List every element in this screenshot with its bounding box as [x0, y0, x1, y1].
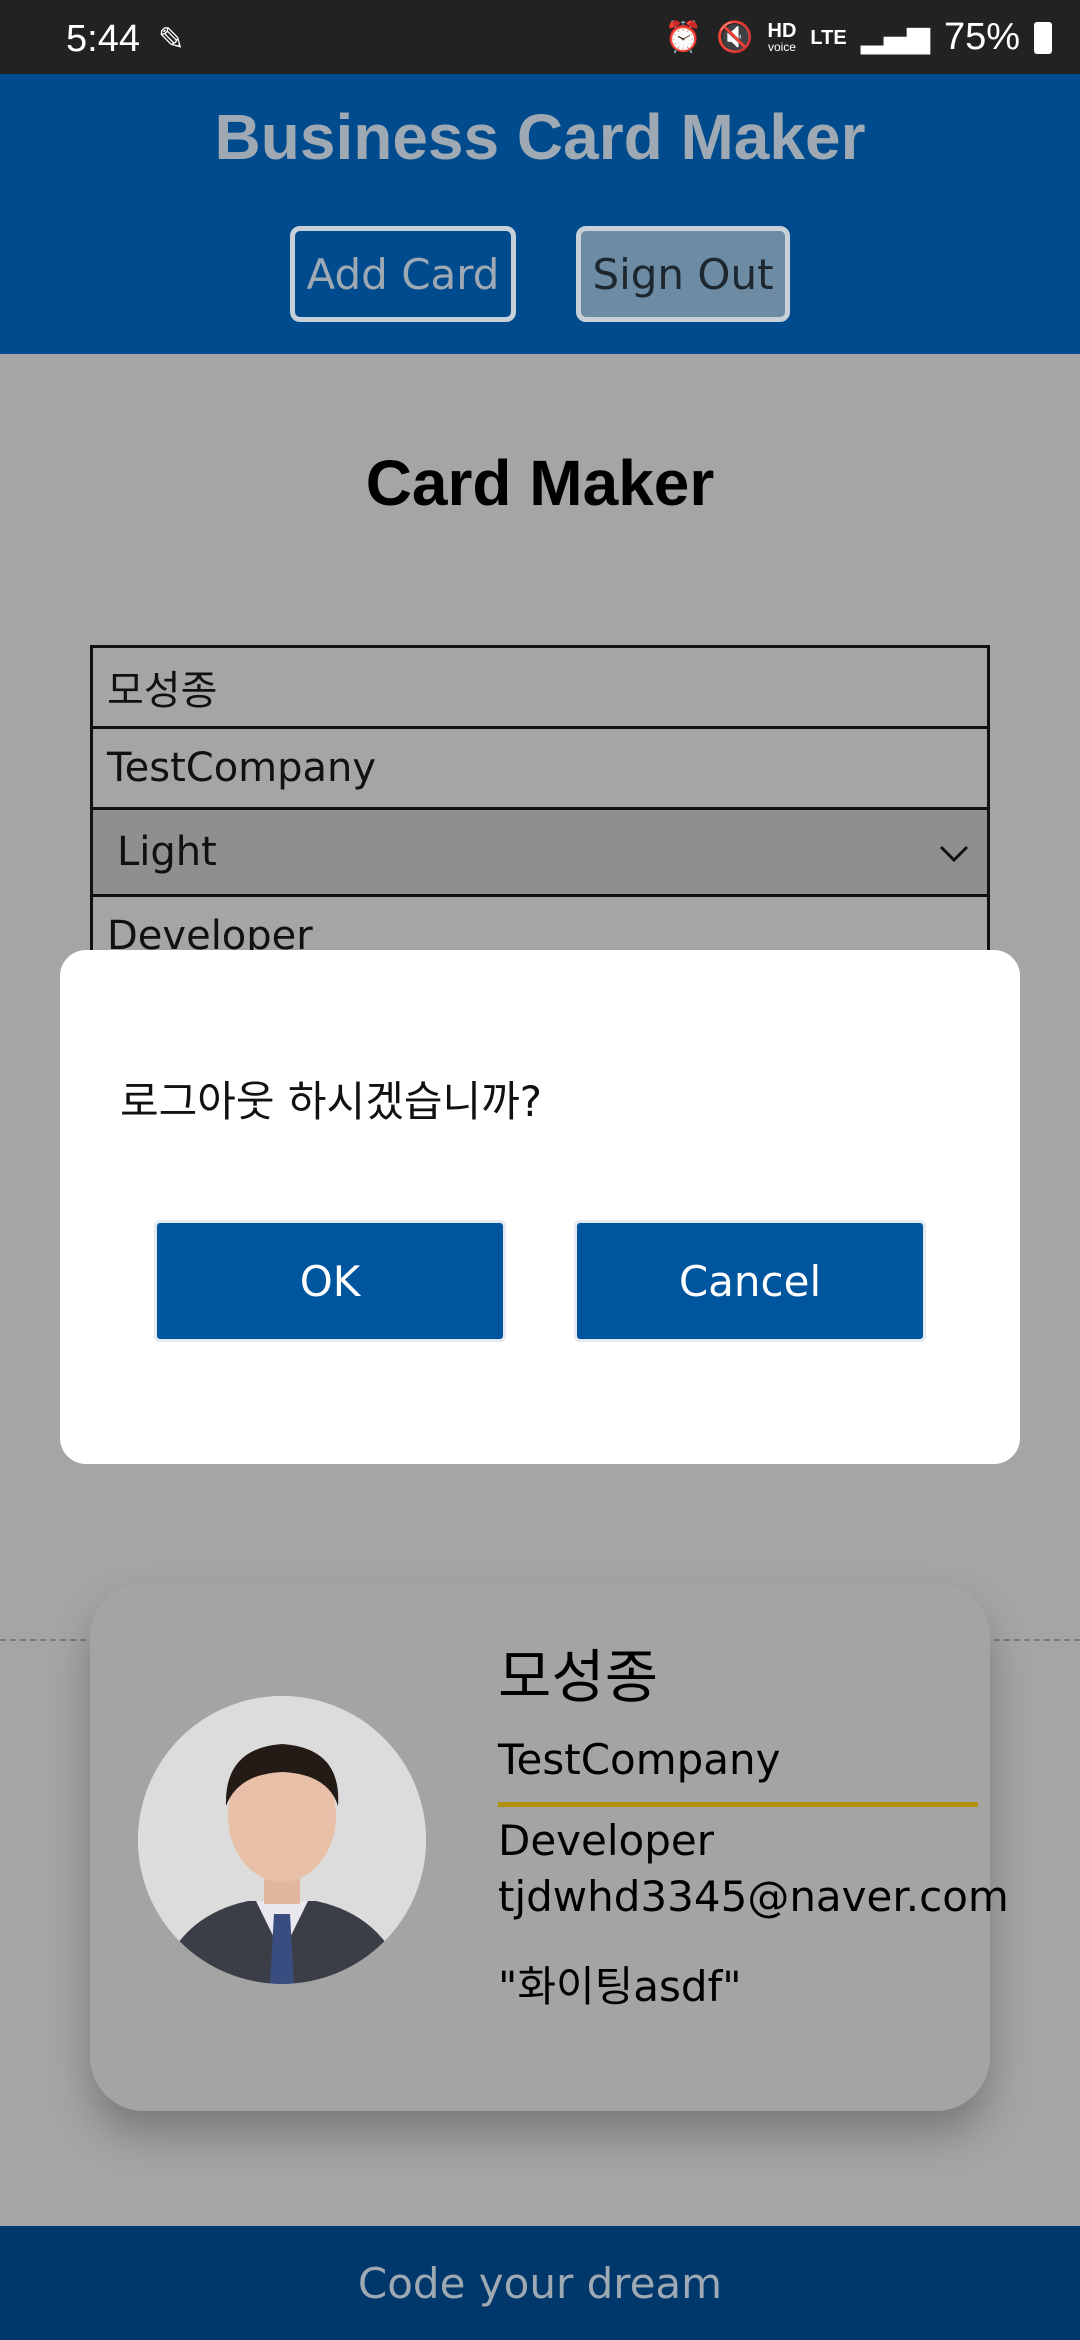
- signal-icon: ▂▄▆: [860, 19, 930, 55]
- status-icons: ⏰ 🔇 HD voice LTE ▂▄▆ 75%: [665, 16, 1052, 59]
- card-info: 모성종 TestCompany Developer tjdwhd3345@nav…: [498, 1637, 1009, 2014]
- business-card-preview: 모성종 TestCompany Developer tjdwhd3345@nav…: [90, 1583, 1009, 2111]
- profile-photo: [138, 1696, 426, 1984]
- card-maker-title: Card Maker: [365, 447, 715, 519]
- alarm-icon: ⏰: [664, 19, 703, 55]
- app-title: Business Card Maker: [214, 101, 866, 173]
- status-time: 5:44: [66, 18, 140, 60]
- card-editor-form: 모성종 TestCompany Light Developer: [90, 645, 990, 978]
- battery-icon: [1034, 21, 1052, 54]
- card-company: TestCompany: [498, 1735, 978, 1807]
- add-card-button[interactable]: Add Card: [290, 226, 516, 322]
- hd-voice-tag: HD voice: [767, 19, 797, 54]
- battery-percent: 75%: [943, 16, 1020, 58]
- theme-select-value: Light: [117, 829, 217, 875]
- ok-button[interactable]: OK: [154, 1220, 506, 1342]
- footer-text: Code your dream: [357, 2258, 723, 2308]
- status-bar: 5:44 ✎ ⏰ 🔇 HD voice LTE ▂▄▆ 75%: [0, 0, 1080, 74]
- name-input[interactable]: 모성종: [90, 645, 990, 729]
- dolphin-icon: ✎: [158, 20, 185, 58]
- company-input[interactable]: TestCompany: [90, 726, 990, 810]
- card-name: 모성종: [498, 1643, 659, 1711]
- cancel-button[interactable]: Cancel: [574, 1220, 926, 1342]
- mute-icon: 🔇: [716, 19, 754, 55]
- lte-tag: LTE: [810, 26, 847, 49]
- theme-select[interactable]: Light: [90, 807, 990, 897]
- app-header: Business Card Maker Add Card Sign Out: [0, 74, 1080, 354]
- app-footer: Code your dream: [0, 2226, 1080, 2340]
- card-job-title: Developer: [498, 1816, 715, 1865]
- sign-out-confirm-dialog: 로그아웃 하시겠습니까? OK Cancel: [60, 950, 1020, 1464]
- dialog-message: 로그아웃 하시겠습니까?: [120, 1077, 543, 1126]
- sign-out-button[interactable]: Sign Out: [576, 226, 790, 322]
- chevron-down-icon: [939, 832, 969, 872]
- card-email: tjdwhd3345@naver.com: [498, 1872, 1009, 1921]
- card-message: "화이팅asdf": [498, 1962, 742, 2011]
